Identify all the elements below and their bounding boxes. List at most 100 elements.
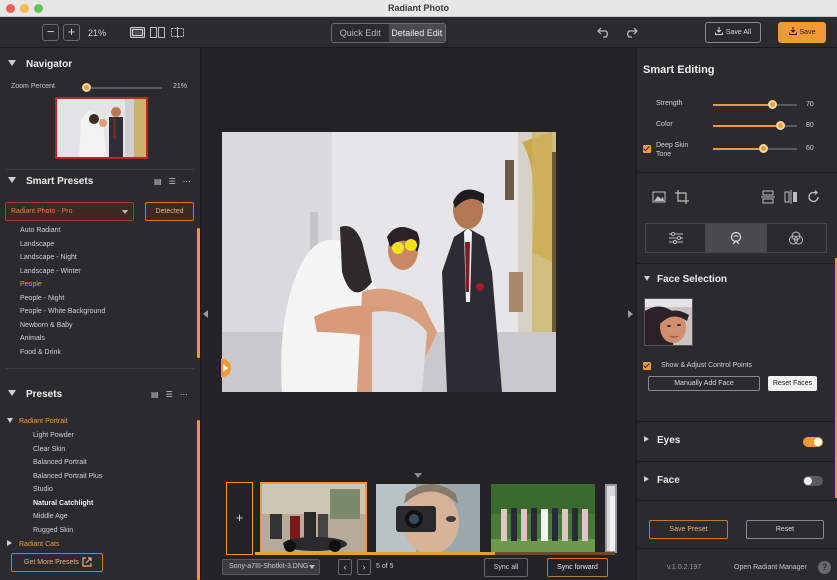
preset-item-5[interactable]: Natural Catchlight [33, 497, 102, 511]
color-handle[interactable] [776, 121, 786, 130]
quick-edit-tab[interactable]: Quick Edit [332, 24, 389, 42]
preset-item-2[interactable]: Balanced Portrait [33, 456, 102, 470]
more-icon[interactable]: ⋯ [183, 177, 191, 186]
collapse-right-panel-icon[interactable] [628, 310, 633, 318]
get-more-presets-button[interactable]: Get More Presets [11, 553, 103, 572]
smart-preset-item-3[interactable]: Landscape - Winter [20, 265, 105, 279]
strength-handle[interactable] [767, 100, 777, 109]
detected-face-thumbnail[interactable] [644, 298, 693, 346]
face-section-header[interactable]: Face [644, 475, 680, 486]
zoom-percent-slider[interactable] [83, 87, 162, 89]
face-toggle[interactable] [803, 476, 823, 486]
next-image-button[interactable]: › [357, 559, 371, 575]
previous-image-button[interactable]: ‹ [338, 559, 352, 575]
detailed-edit-tab[interactable]: Detailed Edit [388, 24, 445, 42]
title-bar: Radiant Photo [0, 0, 837, 17]
smart-preset-item-8[interactable]: Animals [20, 332, 105, 346]
grid-view-icon[interactable]: ▤ [151, 390, 159, 399]
smart-preset-item-0[interactable]: Auto Radiant [20, 224, 105, 238]
strength-label: Strength [656, 100, 683, 107]
tab-adjustments[interactable] [646, 224, 707, 252]
flip-vertical-icon[interactable] [761, 190, 775, 204]
film-thumb-4[interactable] [605, 484, 617, 553]
preset-group-radiant-portrait[interactable]: Radiant Portrait [7, 418, 68, 425]
single-view-icon[interactable] [130, 27, 145, 38]
film-thumb-2[interactable] [376, 484, 480, 553]
zoom-in-button[interactable]: + [63, 24, 80, 41]
compare-view-icon[interactable] [170, 27, 185, 38]
smart-preset-item-1[interactable]: Landscape [20, 238, 105, 252]
color-slider[interactable] [713, 121, 797, 130]
zoom-out-button[interactable]: − [42, 24, 59, 41]
preset-item-6[interactable]: Middle Age [33, 510, 102, 524]
left-panel: Navigator Zoom Percent 21% Smart Presets… [0, 48, 201, 580]
smart-preset-dropdown[interactable]: Radiant Photo - Pro [5, 202, 134, 221]
deep-skin-tone-slider[interactable] [713, 144, 797, 153]
smart-presets-scrollbar[interactable] [197, 228, 200, 358]
presets-header[interactable]: Presets [8, 389, 62, 400]
navigator-header[interactable]: Navigator [8, 59, 72, 70]
preset-group-radiant-cats[interactable]: Radiant Cats [7, 540, 59, 548]
strength-slider[interactable] [713, 100, 797, 109]
smart-presets-header[interactable]: Smart Presets [8, 176, 93, 187]
save-all-button[interactable]: Save All [705, 22, 761, 43]
list-view-icon[interactable]: ☰ [166, 390, 173, 399]
file-name-dropdown[interactable]: Sony-a7III-Shotkit-3.DNG [222, 559, 320, 575]
filmstrip-scrollbar[interactable] [255, 552, 615, 555]
reset-faces-button[interactable]: Reset Faces [768, 376, 817, 391]
film-selection-frame [260, 482, 367, 555]
window-title: Radiant Photo [388, 3, 449, 13]
zoom-in-icon: + [67, 24, 76, 39]
sync-all-button[interactable]: Sync all [484, 558, 528, 577]
zoom-percent-handle[interactable] [82, 83, 91, 92]
collapse-filmstrip-icon[interactable] [414, 473, 422, 478]
photo-icon[interactable] [652, 190, 666, 204]
presets-scrollbar[interactable] [197, 420, 200, 580]
save-button[interactable]: Save [778, 22, 826, 43]
deep-skin-tone-checkbox[interactable] [643, 145, 651, 153]
preset-item-7[interactable]: Rugged Skin [33, 524, 102, 538]
rotate-icon[interactable] [807, 190, 821, 204]
detected-button[interactable]: Detected [145, 202, 194, 221]
tab-portrait[interactable] [706, 224, 767, 252]
face-selection-header[interactable]: Face Selection [644, 274, 727, 285]
navigator-thumbnail[interactable] [55, 97, 148, 159]
redo-icon[interactable] [624, 26, 638, 38]
eyes-section-header[interactable]: Eyes [644, 435, 680, 446]
split-view-icon[interactable] [150, 27, 165, 38]
preset-item-3[interactable]: Balanced Portrait Plus [33, 470, 102, 484]
tab-color[interactable] [767, 224, 826, 252]
smart-preset-item-9[interactable]: Food & Drink [20, 346, 105, 360]
grid-view-icon[interactable]: ▤ [154, 177, 162, 186]
zoom-value: 21% [88, 28, 107, 38]
smart-preset-item-4[interactable]: People [20, 278, 105, 292]
help-icon[interactable]: ? [818, 561, 831, 574]
eyes-toggle[interactable] [803, 437, 823, 447]
smart-preset-item-5[interactable]: People - Night [20, 292, 105, 306]
show-control-points-checkbox[interactable] [643, 362, 651, 370]
open-radiant-manager-link[interactable]: Open Radiant Manager [734, 564, 807, 571]
film-thumb-3[interactable] [491, 484, 595, 553]
preset-item-1[interactable]: Clear Skin [33, 443, 102, 457]
main-photo[interactable] [222, 132, 556, 392]
manually-add-face-button[interactable]: Manually Add Face [648, 376, 760, 391]
undo-icon[interactable] [597, 26, 611, 38]
crop-icon[interactable] [675, 190, 689, 204]
preset-item-4[interactable]: Studio [33, 483, 102, 497]
deep-skin-tone-handle[interactable] [759, 144, 769, 153]
smart-presets-list: Auto Radiant Landscape Landscape - Night La… [20, 224, 105, 359]
more-icon[interactable]: ⋯ [180, 390, 188, 399]
editing-tabs [645, 223, 827, 253]
save-preset-button[interactable]: Save Preset [649, 520, 728, 539]
add-image-button[interactable]: + [226, 482, 253, 555]
collapse-left-panel-icon[interactable] [203, 310, 208, 318]
smart-editing-title: Smart Editing [643, 64, 715, 76]
smart-preset-item-2[interactable]: Landscape - Night [20, 251, 105, 265]
reset-button[interactable]: Reset [746, 520, 824, 539]
smart-preset-item-7[interactable]: Newborn & Baby [20, 319, 105, 333]
preset-item-0[interactable]: Light Powder [33, 429, 102, 443]
flip-horizontal-icon[interactable] [784, 190, 798, 204]
sync-forward-button[interactable]: Sync forward [547, 558, 608, 577]
list-view-icon[interactable]: ☰ [169, 177, 176, 186]
smart-preset-item-6[interactable]: People - White Background [20, 305, 105, 319]
